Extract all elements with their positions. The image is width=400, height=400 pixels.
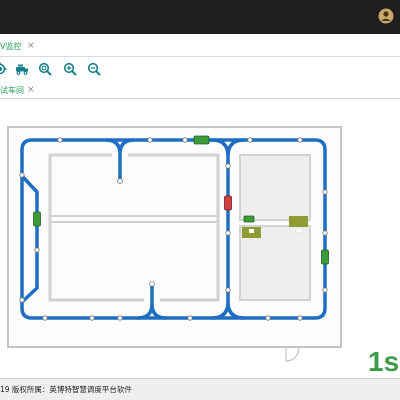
tab-agv-monitor[interactable]: V监控 × xyxy=(0,37,40,56)
track-node xyxy=(147,137,153,143)
track-node xyxy=(225,163,231,169)
locate-icon[interactable] xyxy=(0,62,7,76)
zoom-search-icon[interactable] xyxy=(38,62,52,76)
track-node xyxy=(182,137,188,143)
track-node xyxy=(19,172,25,178)
track-node xyxy=(225,287,231,293)
map-tab-label: 试车间 xyxy=(0,86,24,95)
tab-test-workshop[interactable]: 试车间 × xyxy=(0,83,40,98)
station-marker xyxy=(249,229,254,233)
track-node xyxy=(225,230,231,236)
agv-vehicle[interactable] xyxy=(243,215,255,223)
agv-vehicle[interactable] xyxy=(321,249,329,265)
room-right-upper xyxy=(239,154,311,221)
tab-label: V监控 xyxy=(0,42,22,51)
track-node xyxy=(265,315,271,321)
track-node xyxy=(42,315,48,321)
workshop-map[interactable] xyxy=(0,99,400,378)
charging-station[interactable] xyxy=(289,216,308,227)
zoom-out-icon[interactable] xyxy=(87,62,101,76)
copyright-text: 19 版权所属：英博特智慧调度平台软件 xyxy=(0,385,132,394)
track-node xyxy=(117,178,123,184)
track-node xyxy=(149,281,155,287)
track-node xyxy=(117,315,123,321)
track-node xyxy=(297,315,303,321)
map-canvas[interactable]: 1s xyxy=(0,99,400,378)
status-bar: 19 版权所属：英博特智慧调度平台软件 xyxy=(0,378,400,400)
track-node xyxy=(19,297,25,303)
track-node xyxy=(322,189,328,195)
scale-indicator: 1s xyxy=(366,346,400,378)
track-node xyxy=(89,315,95,321)
app-top-bar xyxy=(0,0,400,34)
track-node xyxy=(187,315,193,321)
agv-vehicle-alert[interactable] xyxy=(224,195,232,211)
track-node xyxy=(34,247,40,253)
zoom-in-icon[interactable] xyxy=(63,62,77,76)
track-node xyxy=(247,137,253,143)
track-node xyxy=(57,137,63,143)
main-tab-bar: V监控 × xyxy=(0,34,400,57)
vehicle-icon[interactable] xyxy=(15,62,29,76)
scale-label: 1s xyxy=(368,346,400,377)
track-node xyxy=(297,137,303,143)
station-marker xyxy=(295,227,303,234)
user-avatar-icon[interactable] xyxy=(378,8,394,24)
map-toolbar xyxy=(0,57,400,82)
map-tab-bar: 试车间 × xyxy=(0,82,400,99)
close-icon[interactable]: × xyxy=(27,41,35,51)
track-node xyxy=(322,230,328,236)
track-node xyxy=(322,287,328,293)
agv-vehicle[interactable] xyxy=(193,135,210,145)
agv-vehicle[interactable] xyxy=(33,211,41,227)
close-icon[interactable]: × xyxy=(27,85,35,95)
door-swing xyxy=(285,347,300,362)
